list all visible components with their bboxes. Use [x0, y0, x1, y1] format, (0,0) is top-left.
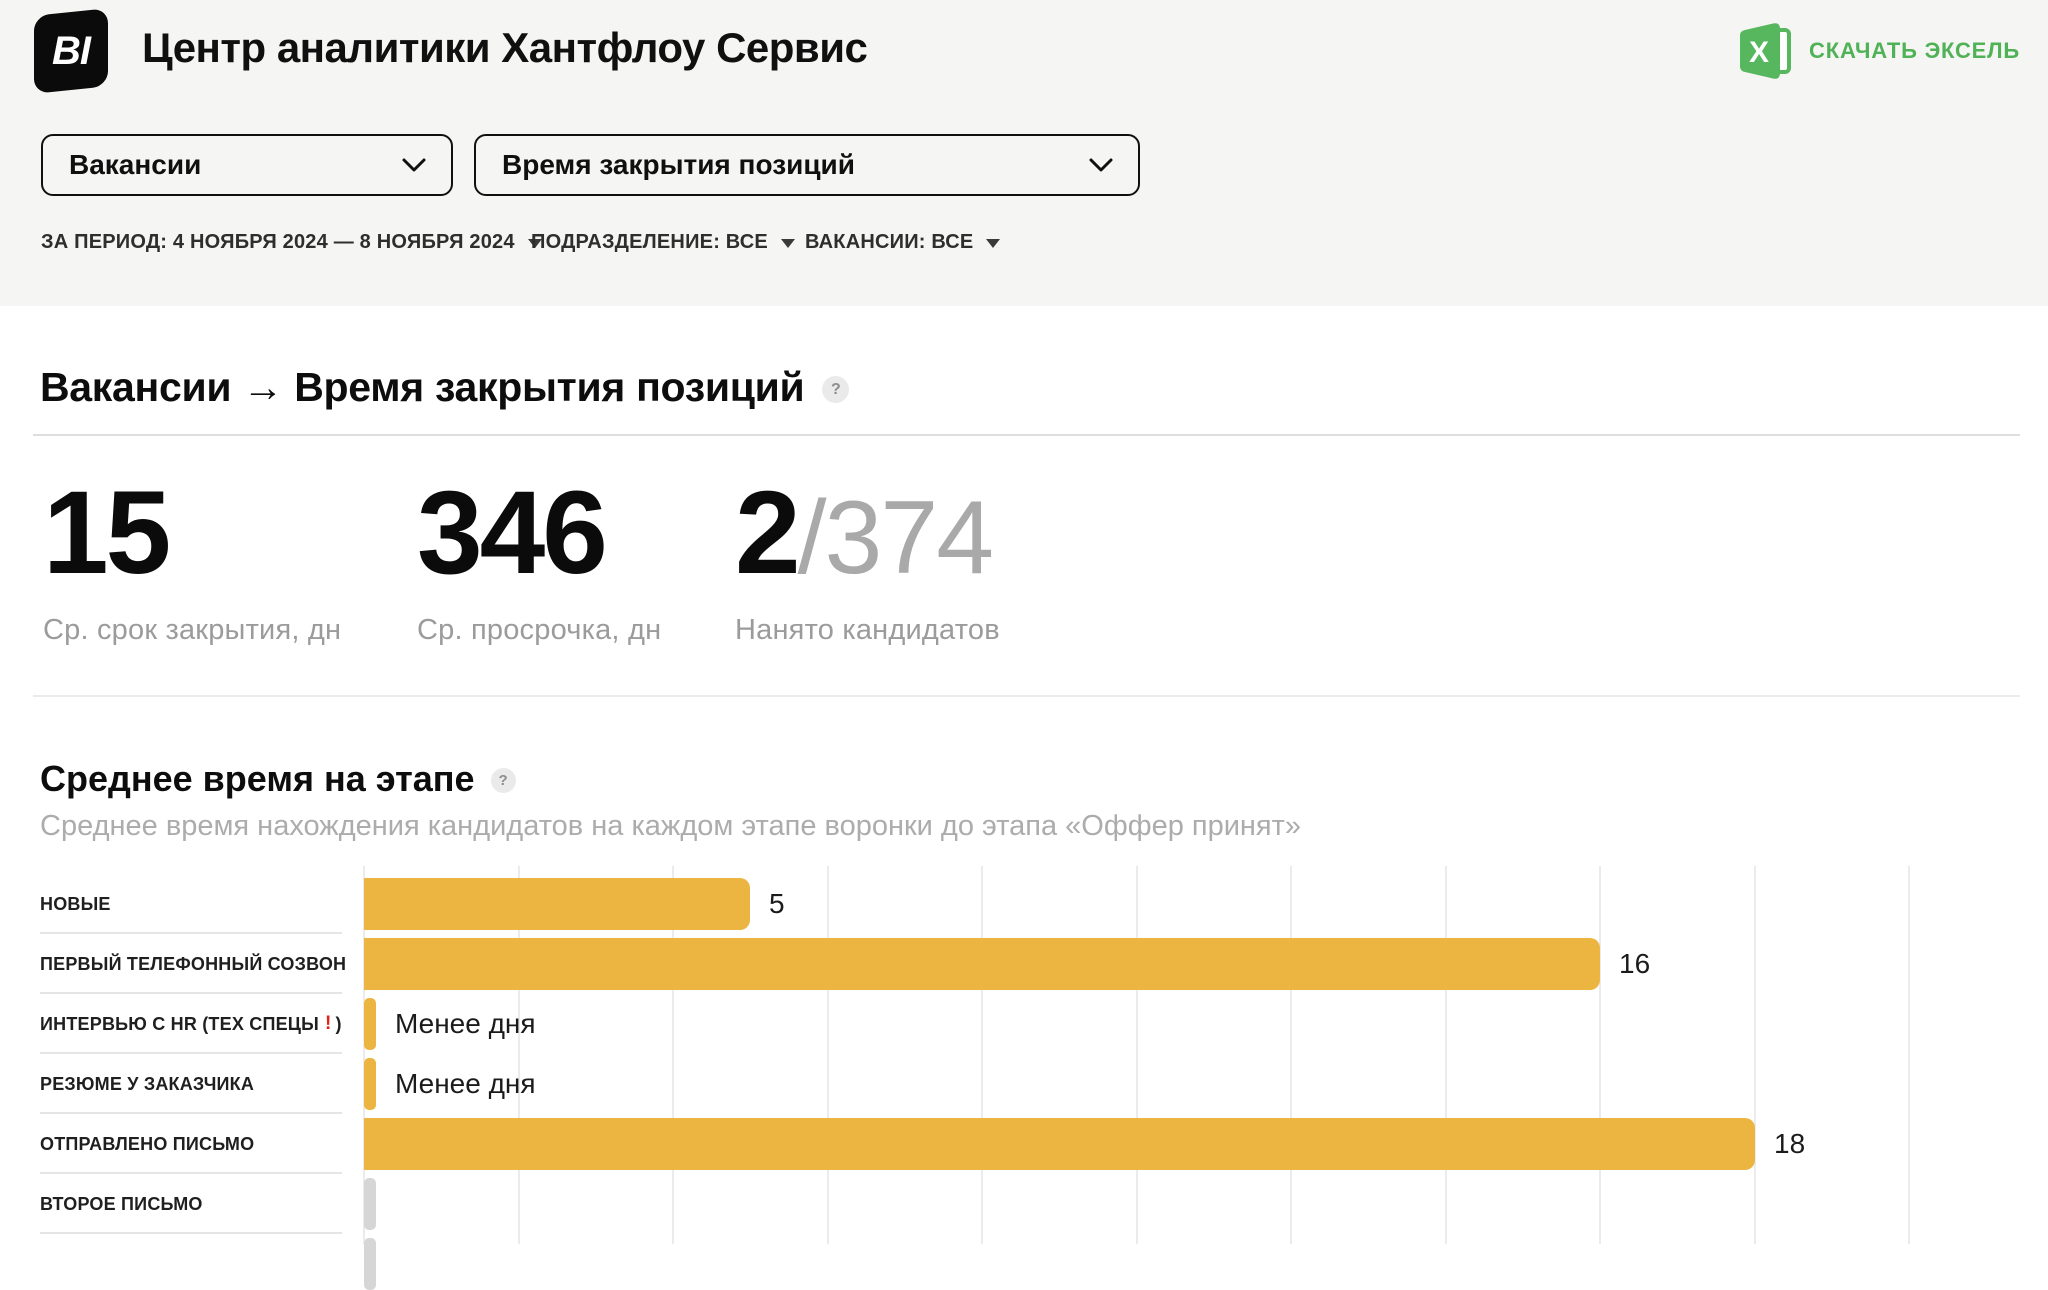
triangle-down-icon	[986, 239, 1000, 248]
stage-bar	[364, 1118, 1755, 1170]
category-select[interactable]: Вакансии	[41, 134, 453, 196]
stage-bar	[364, 938, 1600, 990]
stage-bar	[364, 1178, 376, 1230]
stat-hired-candidates: 2/374 Нанято кандидатов	[735, 474, 1000, 647]
gridline	[1445, 866, 1447, 1244]
download-excel-label: СКАЧАТЬ ЭКСЕЛЬ	[1809, 38, 2020, 64]
divider	[33, 695, 2020, 697]
gridline	[1908, 866, 1910, 1244]
stage-bar	[364, 1238, 376, 1290]
help-icon[interactable]: ?	[491, 768, 516, 793]
filter-period[interactable]: ЗА ПЕРИОД: 4 НОЯБРЯ 2024 — 8 НОЯБРЯ 2024	[41, 227, 542, 257]
divider	[33, 434, 2020, 436]
row-separator	[40, 1232, 342, 1234]
stage-bar	[364, 998, 376, 1050]
row-separator	[40, 932, 342, 934]
stage-label-text: ВТОРОЕ ПИСЬМО	[40, 1194, 203, 1215]
stat-value: 346	[417, 474, 661, 592]
download-excel-button[interactable]: X СКАЧАТЬ ЭКСЕЛЬ	[1737, 20, 2020, 82]
report-select[interactable]: Время закрытия позиций	[474, 134, 1140, 196]
stat-value-main: 346	[417, 467, 605, 599]
chevron-down-icon	[401, 157, 427, 173]
bar-value-label: Менее дня	[395, 998, 536, 1050]
triangle-down-icon	[781, 239, 795, 248]
gridline	[1599, 866, 1601, 1244]
stage-label-text: ИНТЕРВЬЮ С HR (ТЕХ СПЕЦЫ	[40, 1014, 319, 1035]
stage-bar	[364, 878, 750, 930]
bar-value-label: Менее дня	[395, 1058, 536, 1110]
alert-exclamation-icon: !	[325, 1013, 332, 1035]
stage-label: ИНТЕРВЬЮ С HR (ТЕХ СПЕЦЫ!)	[40, 998, 356, 1050]
filter-division-label: ПОДРАЗДЕЛЕНИЕ: ВСЕ	[531, 231, 768, 254]
stage-label-text: НОВЫЕ	[40, 894, 111, 915]
stat-value: 15	[43, 474, 341, 592]
stat-label: Ср. просрочка, дн	[417, 614, 661, 647]
bar-value-label: 16	[1619, 938, 1650, 990]
excel-icon: X	[1737, 21, 1793, 81]
bar-value-label: 18	[1774, 1118, 1805, 1170]
filter-vacancies[interactable]: ВАКАНСИИ: ВСЕ	[805, 227, 1000, 257]
svg-text:X: X	[1749, 36, 1769, 69]
stage-label: ОТПРАВЛЕНО ПИСЬМО	[40, 1118, 356, 1170]
stat-value-total: /374	[798, 480, 992, 596]
stage-label: НОВЫЕ	[40, 878, 356, 930]
stage-label: ПЕРВЫЙ ТЕЛЕФОННЫЙ СОЗВОН	[40, 938, 356, 990]
filter-division[interactable]: ПОДРАЗДЕЛЕНИЕ: ВСЕ	[531, 227, 795, 257]
row-separator	[40, 1172, 342, 1174]
stage-label	[40, 1238, 356, 1290]
stat-label: Ср. срок закрытия, дн	[43, 614, 341, 647]
stat-value-main: 2	[735, 467, 798, 599]
stage-label-text: ОТПРАВЛЕНО ПИСЬМО	[40, 1134, 254, 1155]
row-separator	[40, 1052, 342, 1054]
gridline	[1136, 866, 1138, 1244]
gridline	[1290, 866, 1292, 1244]
help-icon[interactable]: ?	[822, 376, 849, 403]
stage-label-text: )	[336, 1014, 342, 1035]
stage-label-text: ПЕРВЫЙ ТЕЛЕФОННЫЙ СОЗВОН	[40, 954, 346, 975]
report-title: Вакансии → Время закрытия позиций	[40, 364, 804, 411]
gridline	[1754, 866, 1756, 1244]
stat-label: Нанято кандидатов	[735, 614, 1000, 647]
row-separator	[40, 1112, 342, 1114]
chart-title-row: Среднее время на этапе ?	[40, 758, 516, 800]
filter-period-label: ЗА ПЕРИОД: 4 НОЯБРЯ 2024 — 8 НОЯБРЯ 2024	[41, 231, 515, 254]
stat-value-main: 15	[43, 467, 168, 599]
gridline	[827, 866, 829, 1244]
bar-value-label: 5	[769, 878, 785, 930]
app-title: Центр аналитики Хантфлоу Сервис	[142, 24, 867, 72]
stage-bar	[364, 1058, 376, 1110]
stage-label: РЕЗЮМЕ У ЗАКАЗЧИКА	[40, 1058, 356, 1110]
bi-logo-text: BI	[52, 29, 90, 74]
chart-subtitle: Среднее время нахождения кандидатов на к…	[40, 810, 1301, 843]
stat-avg-closing-time: 15 Ср. срок закрытия, дн	[43, 474, 341, 647]
report-select-value: Время закрытия позиций	[502, 149, 855, 181]
chart-title: Среднее время на этапе	[40, 758, 475, 800]
row-separator	[40, 992, 342, 994]
stat-avg-overdue: 346 Ср. просрочка, дн	[417, 474, 661, 647]
gridline	[981, 866, 983, 1244]
stat-value: 2/374	[735, 474, 1000, 592]
stage-label: ВТОРОЕ ПИСЬМО	[40, 1178, 356, 1230]
chevron-down-icon	[1088, 157, 1114, 173]
stage-label-text: РЕЗЮМЕ У ЗАКАЗЧИКА	[40, 1074, 254, 1095]
report-title-row: Вакансии → Время закрытия позиций ?	[40, 364, 849, 411]
bi-logo-icon: BI	[34, 8, 108, 94]
filter-vacancies-label: ВАКАНСИИ: ВСЕ	[805, 231, 973, 254]
category-select-value: Вакансии	[69, 149, 201, 181]
